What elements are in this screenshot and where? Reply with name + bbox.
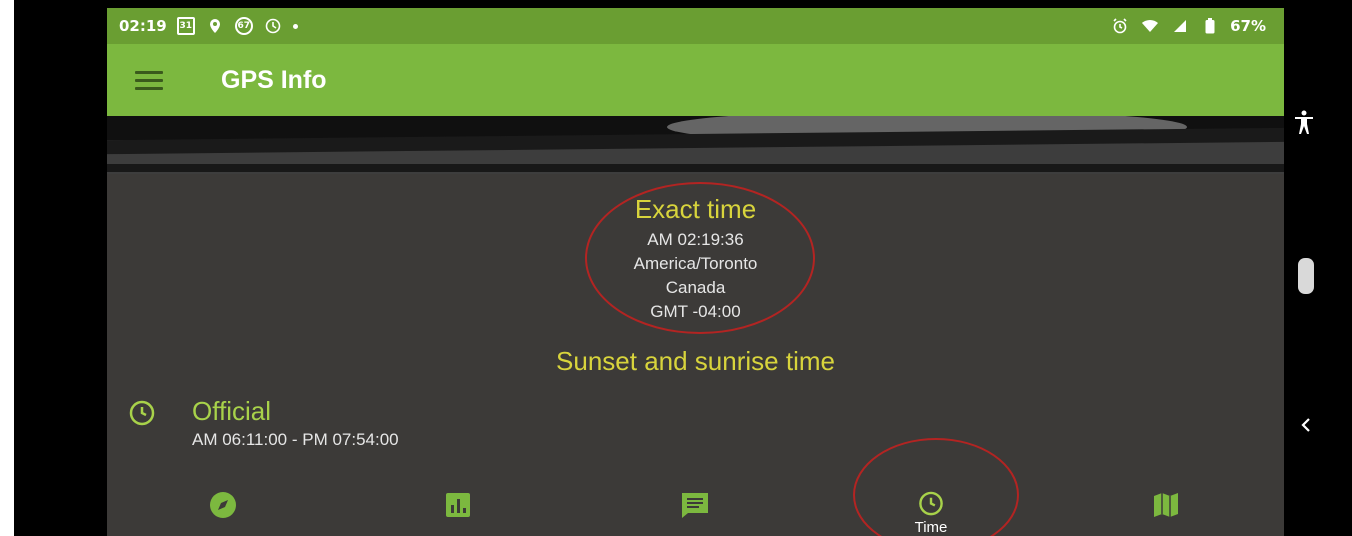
app-title: GPS Info (221, 65, 327, 94)
nav-map[interactable] (1126, 482, 1206, 536)
battery-percent: 67% (1230, 17, 1266, 35)
message-icon (682, 493, 708, 518)
accessibility-icon[interactable] (1292, 110, 1316, 141)
dot-icon (292, 23, 298, 29)
scroll-handle[interactable] (1298, 258, 1314, 294)
badge-icon: 67 (234, 17, 253, 35)
status-left: 02:19 31 67 (119, 16, 298, 36)
country-value: Canada (665, 278, 726, 297)
timezone-value: America/Toronto (633, 254, 758, 273)
wifi-icon (1140, 16, 1160, 36)
bottom-navigation: Time (107, 438, 1284, 536)
map-icon (1154, 493, 1178, 517)
official-label: Official (192, 396, 271, 426)
sun-section-title: Sunset and sunrise time (556, 346, 835, 376)
bar-chart-icon (446, 493, 470, 517)
status-time: 02:19 (119, 17, 167, 35)
nav-messages[interactable] (655, 482, 735, 536)
alarm-icon (1110, 16, 1130, 36)
back-icon[interactable] (1299, 416, 1313, 439)
status-bar: 02:19 31 67 67% (107, 8, 1284, 44)
device-frame: 02:19 31 67 67% GPS Info Exact time AM 0… (14, 0, 1352, 536)
location-pin-icon (205, 16, 225, 36)
nav-statistics[interactable] (418, 482, 498, 536)
calendar-icon: 31 (176, 17, 195, 35)
clock-icon (263, 16, 283, 36)
nav-time[interactable]: Time (891, 482, 971, 536)
clock-icon (919, 491, 943, 516)
compass-icon (210, 492, 236, 518)
exact-time-title: Exact time (634, 194, 757, 224)
battery-icon (1200, 16, 1220, 36)
nav-time-label: Time (914, 519, 948, 536)
signal-icon (1170, 16, 1190, 36)
app-bar: GPS Info (107, 44, 1284, 116)
menu-icon[interactable] (135, 65, 171, 95)
nav-compass[interactable] (183, 482, 263, 536)
app-screen: 02:19 31 67 67% GPS Info Exact time AM 0… (107, 8, 1284, 536)
gmt-offset-value: GMT -04:00 (650, 302, 741, 321)
status-right: 67% (1110, 16, 1266, 36)
divider (107, 164, 1284, 172)
clock-icon (127, 398, 157, 428)
official-range: AM 06:11:00 - PM 07:54:00 (192, 430, 399, 449)
exact-time-value: AM 02:19:36 (647, 230, 744, 249)
